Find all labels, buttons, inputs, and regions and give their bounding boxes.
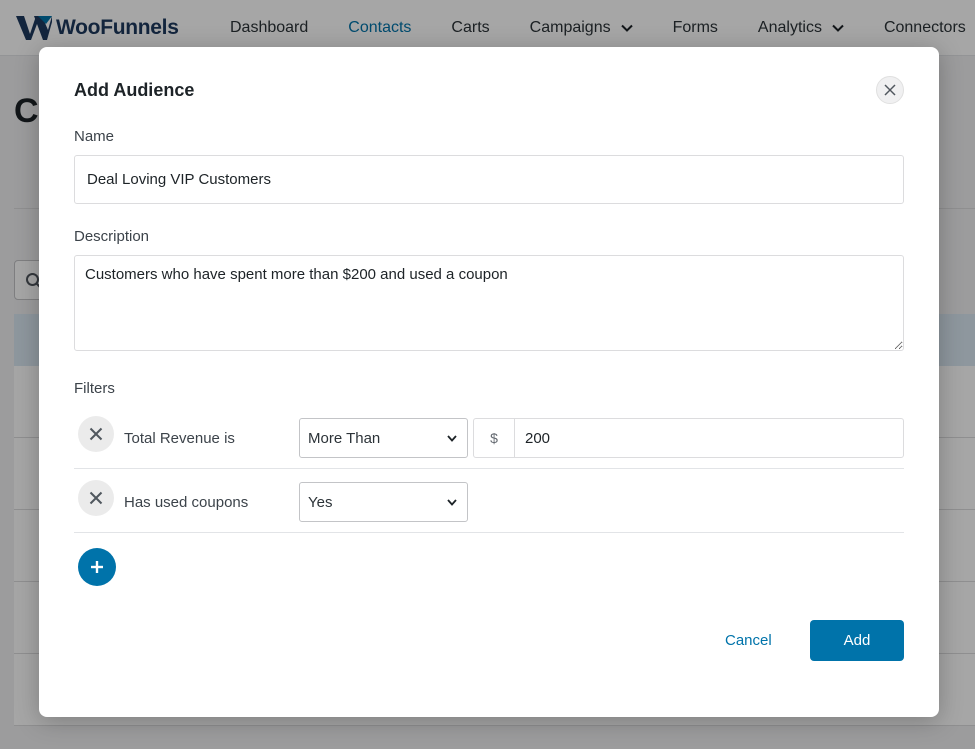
select-value: More Than — [308, 429, 381, 447]
close-icon — [89, 491, 103, 505]
cancel-button[interactable]: Cancel — [725, 632, 772, 649]
filters-label: Filters — [74, 380, 115, 397]
filter-row: Total Revenue is More Than $ — [74, 405, 904, 469]
add-button[interactable]: Add — [810, 620, 904, 661]
add-audience-modal: Add Audience Name Description Customers … — [39, 47, 939, 717]
remove-filter-button[interactable] — [78, 480, 114, 516]
filter-label: Has used coupons — [124, 494, 249, 511]
plus-icon — [91, 561, 103, 573]
filter-label: Total Revenue is — [124, 430, 235, 447]
add-filter-button[interactable] — [78, 548, 116, 586]
description-label: Description — [74, 228, 150, 245]
filter-row: Has used coupons Yes — [74, 469, 904, 533]
coupon-select[interactable]: Yes — [299, 482, 468, 522]
close-button[interactable] — [876, 76, 904, 104]
chevron-down-icon — [447, 499, 457, 506]
modal-title: Add Audience — [74, 80, 195, 100]
chevron-down-icon — [447, 435, 457, 442]
close-icon — [884, 84, 896, 96]
select-value: Yes — [308, 493, 333, 511]
name-label: Name — [74, 128, 115, 145]
currency-prefix: $ — [473, 418, 515, 458]
operator-select[interactable]: More Than — [299, 418, 468, 458]
revenue-value-input[interactable] — [514, 418, 904, 458]
description-textarea[interactable]: Customers who have spent more than $200 … — [74, 255, 904, 351]
close-icon — [89, 427, 103, 441]
remove-filter-button[interactable] — [78, 416, 114, 452]
name-input[interactable] — [74, 155, 904, 204]
